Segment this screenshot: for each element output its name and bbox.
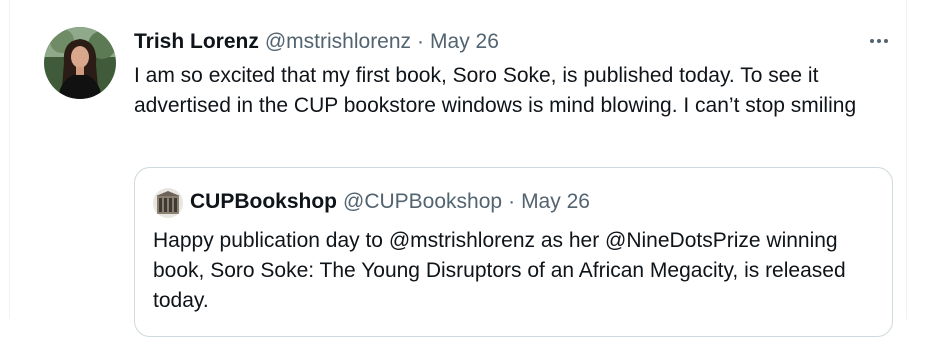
quoted-tweet-header: CUPBookshop @CUPBookshop · May 26 <box>190 189 590 215</box>
more-horizontal-icon <box>870 39 874 43</box>
bookshop-logo-icon <box>153 188 183 218</box>
separator-dot: · <box>417 30 425 53</box>
tweet-date[interactable]: May 26 <box>430 29 499 55</box>
author-handle[interactable]: @mstrishlorenz <box>265 29 411 55</box>
author-avatar[interactable] <box>44 27 116 99</box>
more-options-button[interactable] <box>862 28 896 54</box>
quoted-tweet-text: Happy publication day to @mstrishlorenz … <box>153 229 846 312</box>
tweet-card[interactable]: Trish Lorenz @mstrishlorenz · May 26 I a… <box>9 0 907 337</box>
author-display-name[interactable]: Trish Lorenz <box>134 29 259 55</box>
quoted-tweet[interactable]: CUPBookshop @CUPBookshop · May 26 Happy … <box>134 167 893 337</box>
profile-photo-icon <box>44 27 116 99</box>
quoted-author-avatar[interactable] <box>153 188 183 218</box>
tweet-header: Trish Lorenz @mstrishlorenz · May 26 <box>134 29 499 55</box>
quoted-author-display-name[interactable]: CUPBookshop <box>190 189 337 215</box>
quoted-tweet-date[interactable]: May 26 <box>521 189 590 215</box>
tweet-text: I am so excited that my first book, Soro… <box>134 64 857 117</box>
quoted-author-handle[interactable]: @CUPBookshop <box>343 189 502 215</box>
separator-dot: · <box>508 190 516 213</box>
